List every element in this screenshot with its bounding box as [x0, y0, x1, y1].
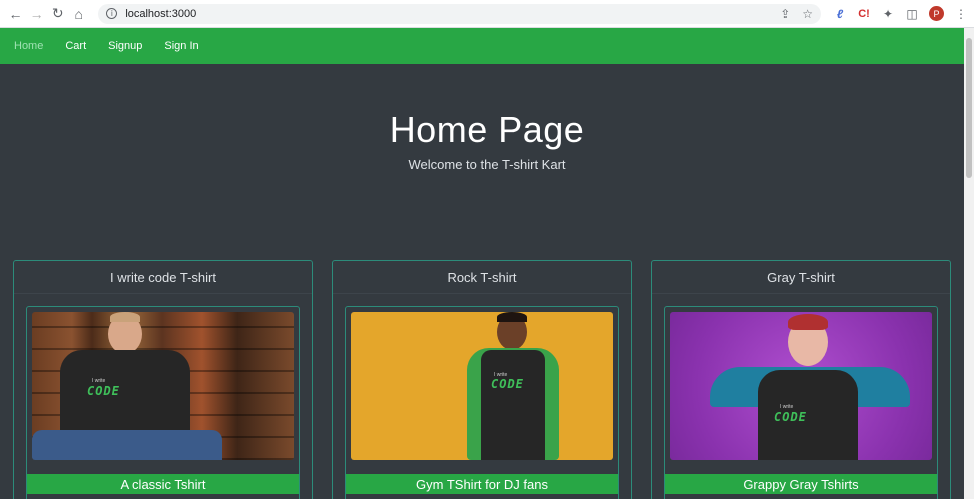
page-subtitle: Welcome to the T-shirt Kart: [408, 157, 566, 172]
nav-home[interactable]: Home: [14, 40, 43, 52]
extension-icon[interactable]: C!: [857, 8, 871, 20]
puzzle-extensions-icon[interactable]: ✦: [881, 7, 895, 21]
nav-signup[interactable]: Signup: [108, 40, 142, 52]
address-bar[interactable]: i localhost:3000 ⇪ ☆: [98, 3, 822, 24]
product-card: Gray T-shirt I write CODE Grappy Gray Ts…: [651, 260, 951, 499]
extensions-area: ℓ C! ✦ ◫ P ⋮: [833, 6, 968, 21]
product-card: I write code T-shirt I write CODE A clas…: [13, 260, 313, 499]
nav-signin[interactable]: Sign In: [164, 40, 198, 52]
hero: Home Page Welcome to the T-shirt Kart: [0, 64, 974, 260]
nav-cart[interactable]: Cart: [65, 40, 86, 52]
product-image-frame: I write CODE Grappy Gray Tshirts: [664, 306, 938, 499]
browser-toolbar: ← → ↻ ⌂ i localhost:3000 ⇪ ☆ ℓ C! ✦ ◫ P …: [0, 0, 974, 28]
site-navbar: Home Cart Signup Sign In: [0, 28, 974, 64]
product-title: Rock T-shirt: [333, 261, 631, 294]
scrollbar-thumb[interactable]: [966, 38, 972, 178]
forward-arrow-icon[interactable]: →: [27, 4, 46, 24]
bookmark-star-icon[interactable]: ☆: [802, 7, 813, 21]
menu-dots-icon[interactable]: ⋮: [954, 7, 968, 21]
product-image[interactable]: I write CODE: [670, 312, 932, 460]
reload-icon[interactable]: ↻: [48, 4, 67, 24]
product-image-frame: I write CODE A classic Tshirt: [26, 306, 300, 499]
profile-avatar[interactable]: P: [929, 6, 945, 21]
product-image[interactable]: I write CODE: [32, 312, 294, 460]
page-scrollbar[interactable]: [964, 28, 974, 499]
product-image-frame: I write CODE Gym TShirt for DJ fans: [345, 306, 619, 499]
shirt-print: CODE: [87, 384, 120, 398]
product-caption[interactable]: Grappy Gray Tshirts: [665, 474, 937, 494]
side-panel-icon[interactable]: ◫: [905, 7, 919, 21]
product-caption[interactable]: Gym TShirt for DJ fans: [346, 474, 618, 494]
product-title: I write code T-shirt: [14, 261, 312, 294]
product-image[interactable]: I write CODE: [351, 312, 613, 460]
product-list: I write code T-shirt I write CODE A clas…: [0, 260, 974, 499]
back-arrow-icon[interactable]: ←: [6, 4, 25, 24]
product-title: Gray T-shirt: [652, 261, 950, 294]
home-icon[interactable]: ⌂: [69, 4, 88, 24]
page-title: Home Page: [389, 109, 585, 150]
shirt-print: CODE: [774, 410, 807, 424]
site-info-icon[interactable]: i: [106, 8, 118, 19]
product-caption[interactable]: A classic Tshirt: [27, 474, 299, 494]
url-text[interactable]: localhost:3000: [125, 8, 768, 20]
share-icon[interactable]: ⇪: [780, 7, 790, 21]
product-card: Rock T-shirt I write CODE Gym TShirt for…: [332, 260, 632, 499]
shirt-print: CODE: [491, 377, 524, 391]
extension-icon[interactable]: ℓ: [833, 7, 847, 21]
